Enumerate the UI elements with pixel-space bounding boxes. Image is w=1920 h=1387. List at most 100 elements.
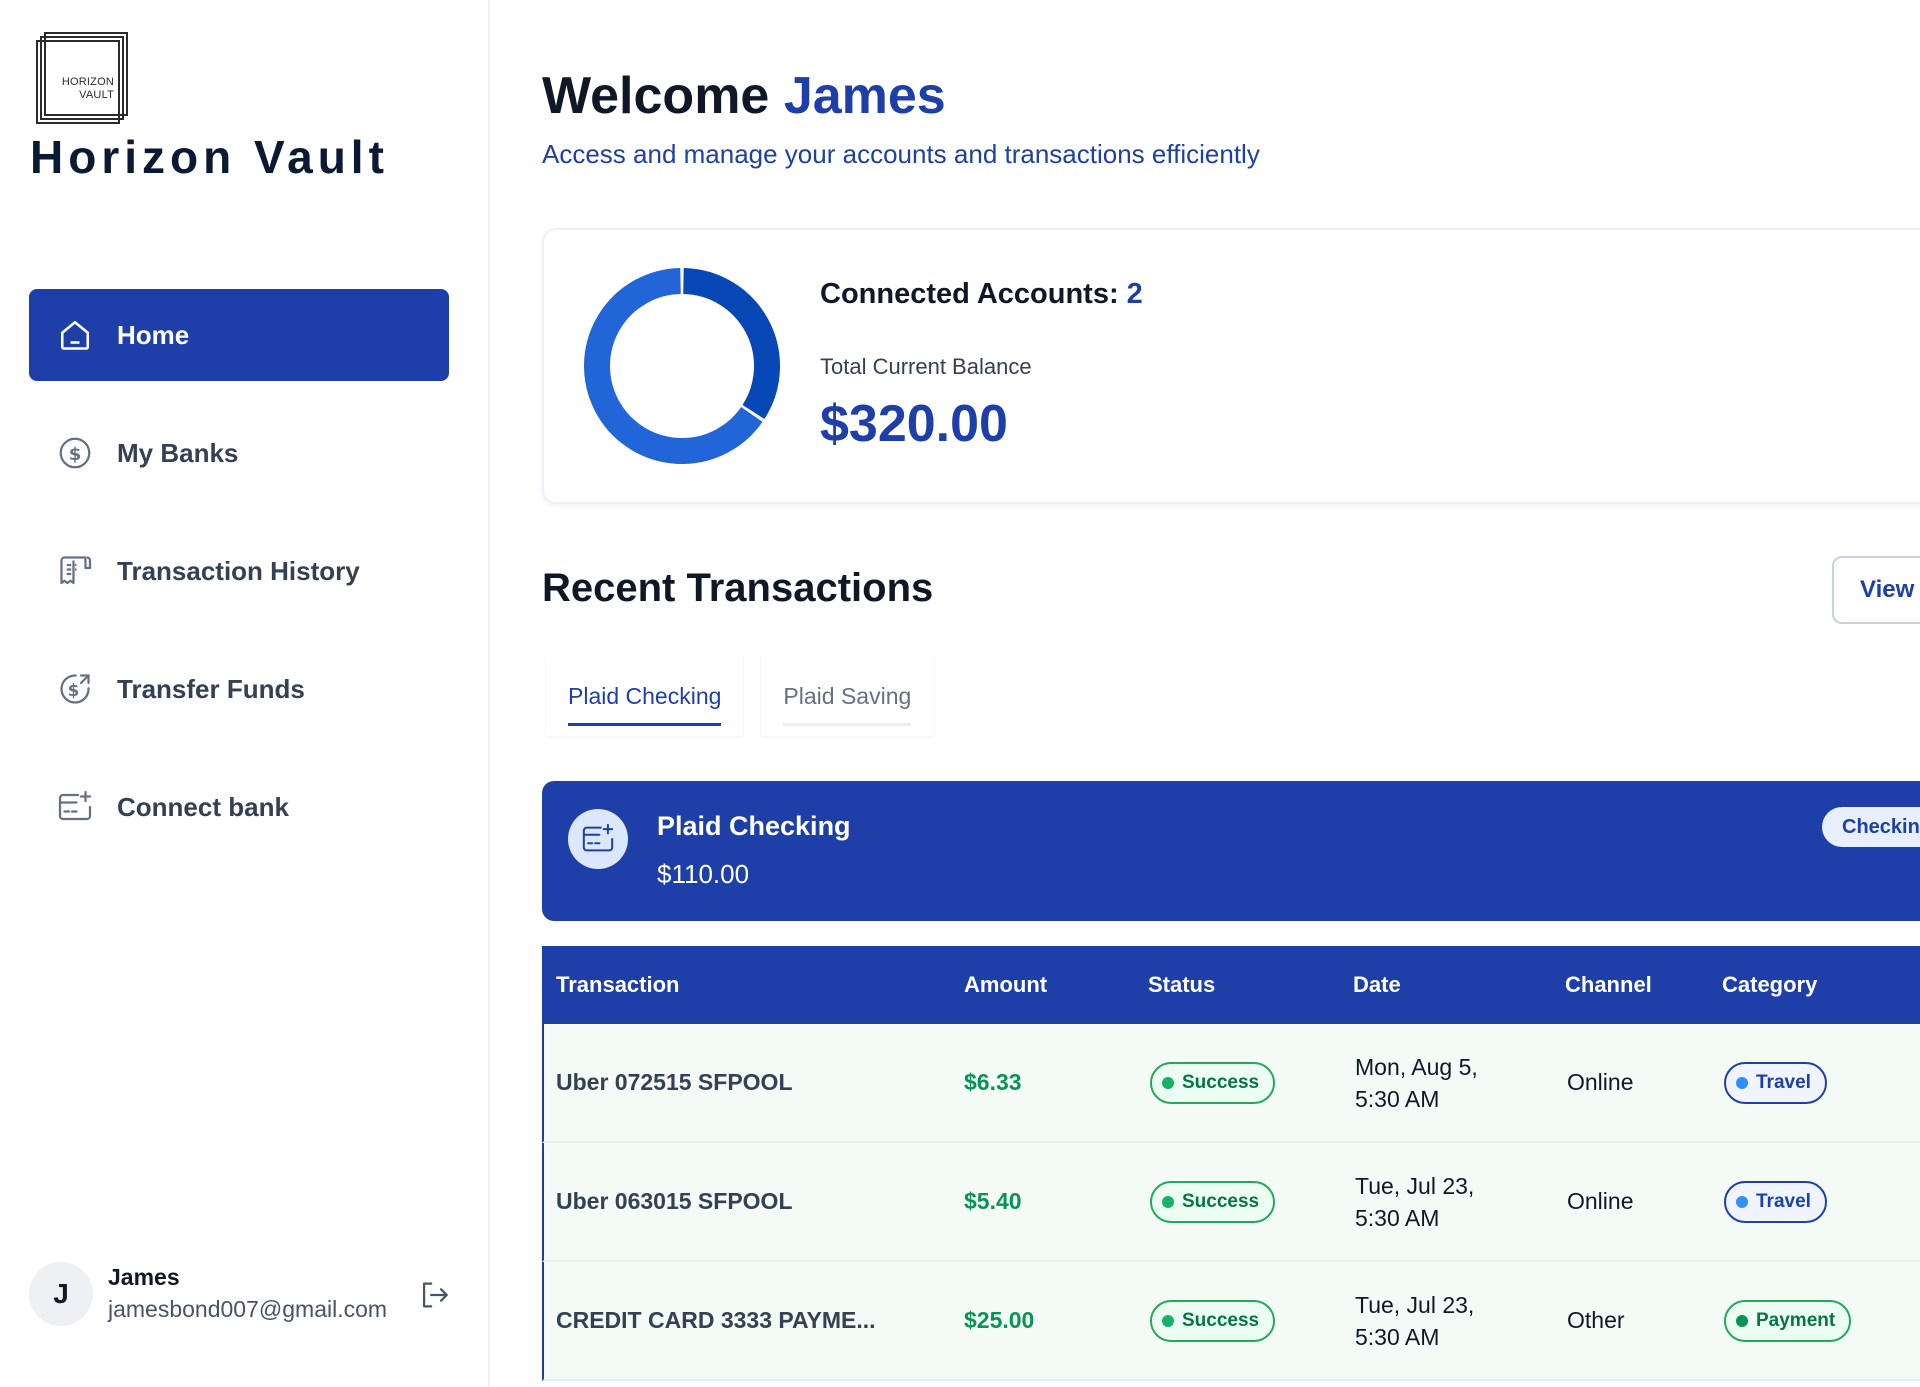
transaction-channel: Online bbox=[1567, 1188, 1634, 1214]
recent-transactions-title: Recent Transactions bbox=[542, 566, 934, 610]
brand-logo[interactable]: HORIZON VAULT bbox=[36, 32, 128, 124]
category-dot bbox=[1736, 1195, 1748, 1208]
date-line: Tue, Jul 23, bbox=[1355, 1172, 1475, 1199]
transaction-name: Uber 072515 SFPOOL bbox=[556, 1069, 793, 1095]
tab-underline bbox=[568, 723, 722, 726]
main-content: Welcome James Access and manage your acc… bbox=[542, 0, 1920, 1387]
donut-segment-0 bbox=[682, 268, 780, 419]
logo-frame bbox=[44, 32, 128, 116]
sidebar-item-connect-bank[interactable]: Connect bank bbox=[29, 761, 449, 853]
balance-donut-chart bbox=[584, 268, 780, 464]
app-root: HORIZON VAULT Horizon Vault Home $ My Ba… bbox=[0, 0, 1920, 1387]
transaction-name: CREDIT CARD 3333 PAYME... bbox=[556, 1307, 876, 1333]
status-badge: Success bbox=[1150, 1180, 1276, 1223]
status-label: Success bbox=[1182, 1309, 1260, 1331]
category-label: Travel bbox=[1756, 1190, 1811, 1212]
tab-plaid-checking[interactable]: Plaid Checking bbox=[546, 656, 743, 736]
table-row[interactable]: Uber 072515 SFPOOL $6.33 Success Mon, Au… bbox=[542, 1024, 1920, 1143]
time-line: 5:30 AM bbox=[1355, 1204, 1440, 1231]
connected-accounts-count: 2 bbox=[1126, 278, 1143, 310]
user-email: jamesbond007@gmail.com bbox=[108, 1296, 388, 1322]
user-name: James bbox=[108, 1264, 180, 1290]
avatar[interactable]: J bbox=[29, 1262, 93, 1326]
receipt-icon bbox=[57, 553, 93, 589]
card-add-icon bbox=[57, 789, 93, 825]
category-badge: Travel bbox=[1724, 1061, 1827, 1104]
connected-accounts: Connected Accounts: 2 bbox=[820, 278, 1143, 311]
sidebar-item-transaction-history[interactable]: Transaction History bbox=[29, 525, 449, 617]
home-icon bbox=[57, 317, 93, 353]
sidebar-item-label: My Banks bbox=[117, 437, 239, 468]
transaction-name: Uber 063015 SFPOOL bbox=[556, 1188, 793, 1214]
time-line: 5:30 AM bbox=[1355, 1085, 1440, 1112]
logout-icon bbox=[422, 1282, 448, 1308]
transaction-date: Mon, Aug 5, 5:30 AM bbox=[1355, 1051, 1478, 1115]
welcome-user-name: James bbox=[783, 67, 946, 125]
transaction-amount: $5.40 bbox=[964, 1188, 1022, 1214]
sidebar: HORIZON VAULT Horizon Vault Home $ My Ba… bbox=[0, 0, 490, 1387]
brand-name[interactable]: Horizon Vault bbox=[30, 130, 389, 184]
time-line: 5:30 AM bbox=[1355, 1323, 1440, 1350]
transaction-channel: Online bbox=[1567, 1069, 1634, 1095]
category-label: Payment bbox=[1756, 1309, 1836, 1331]
category-label: Travel bbox=[1756, 1071, 1811, 1093]
page-title: Welcome James bbox=[542, 66, 946, 126]
total-balance-value: $320.00 bbox=[820, 395, 1008, 453]
user-profile: J James jamesbond007@gmail.com bbox=[29, 1262, 459, 1328]
column-header: Category bbox=[1722, 972, 1818, 997]
welcome-text: Welcome bbox=[542, 67, 770, 125]
card-add-icon bbox=[568, 809, 628, 869]
sidebar-item-label: Transaction History bbox=[117, 555, 360, 586]
status-badge: Success bbox=[1150, 1299, 1276, 1342]
column-header: Transaction bbox=[556, 972, 680, 997]
balance-card: Connected Accounts: 2 Total Current Bala… bbox=[542, 228, 1920, 504]
status-dot bbox=[1162, 1314, 1174, 1327]
tab-underline bbox=[783, 723, 912, 726]
transaction-channel: Other bbox=[1567, 1307, 1625, 1333]
sidebar-item-label: Transfer Funds bbox=[117, 673, 305, 704]
table-row[interactable]: Uber 063015 SFPOOL $5.40 Success Tue, Ju… bbox=[542, 1143, 1920, 1262]
sidebar-item-label: Connect bank bbox=[117, 791, 289, 822]
logo-text: HORIZON VAULT bbox=[58, 76, 114, 102]
view-all-button[interactable]: View bbox=[1832, 556, 1920, 624]
status-dot bbox=[1162, 1076, 1174, 1089]
date-line: Mon, Aug 5, bbox=[1355, 1053, 1478, 1080]
transaction-amount: $6.33 bbox=[964, 1069, 1022, 1095]
money-send-icon: $ bbox=[57, 671, 93, 707]
account-balance: $110.00 bbox=[657, 859, 750, 889]
category-badge: Payment bbox=[1724, 1299, 1852, 1342]
logo-text-line: VAULT bbox=[79, 89, 114, 101]
status-badge: Success bbox=[1150, 1061, 1276, 1104]
account-card[interactable]: Plaid Checking $110.00 Checking bbox=[542, 781, 1920, 921]
svg-text:$: $ bbox=[68, 681, 79, 700]
account-type-badge: Checking bbox=[1822, 807, 1920, 847]
sidebar-nav: Home $ My Banks Transaction History $ Tr… bbox=[29, 289, 449, 879]
category-badge: Travel bbox=[1724, 1180, 1827, 1223]
category-dot bbox=[1736, 1076, 1748, 1089]
transaction-amount: $25.00 bbox=[964, 1307, 1035, 1333]
status-label: Success bbox=[1182, 1190, 1260, 1212]
column-header: Amount bbox=[964, 972, 1048, 997]
sidebar-item-label: Home bbox=[117, 319, 190, 350]
svg-text:$: $ bbox=[69, 444, 82, 465]
transaction-date: Tue, Jul 23, 5:30 AM bbox=[1355, 1170, 1474, 1234]
dollar-circle-icon: $ bbox=[57, 435, 93, 471]
tab-plaid-saving[interactable]: Plaid Saving bbox=[761, 656, 933, 736]
column-header: Channel bbox=[1565, 972, 1652, 997]
status-label: Success bbox=[1182, 1071, 1260, 1093]
table-row[interactable]: CREDIT CARD 3333 PAYME... $25.00 Success… bbox=[542, 1262, 1920, 1381]
column-header: Date bbox=[1353, 972, 1401, 997]
logo-text-line: HORIZON bbox=[61, 76, 114, 88]
tab-label: Plaid Saving bbox=[783, 682, 912, 709]
sidebar-item-transfer-funds[interactable]: $ Transfer Funds bbox=[29, 643, 449, 735]
date-line: Tue, Jul 23, bbox=[1355, 1291, 1475, 1318]
connected-accounts-label: Connected Accounts: bbox=[820, 278, 1119, 310]
sidebar-item-home[interactable]: Home bbox=[29, 289, 449, 381]
status-dot bbox=[1162, 1195, 1174, 1208]
table-header: Transaction Amount Status Date Channel C… bbox=[542, 946, 1920, 1024]
tab-label: Plaid Checking bbox=[568, 682, 722, 709]
logout-button[interactable] bbox=[417, 1278, 451, 1312]
column-header: Status bbox=[1148, 972, 1216, 997]
sidebar-item-my-banks[interactable]: $ My Banks bbox=[29, 407, 449, 499]
page-subtitle: Access and manage your accounts and tran… bbox=[542, 139, 1260, 169]
